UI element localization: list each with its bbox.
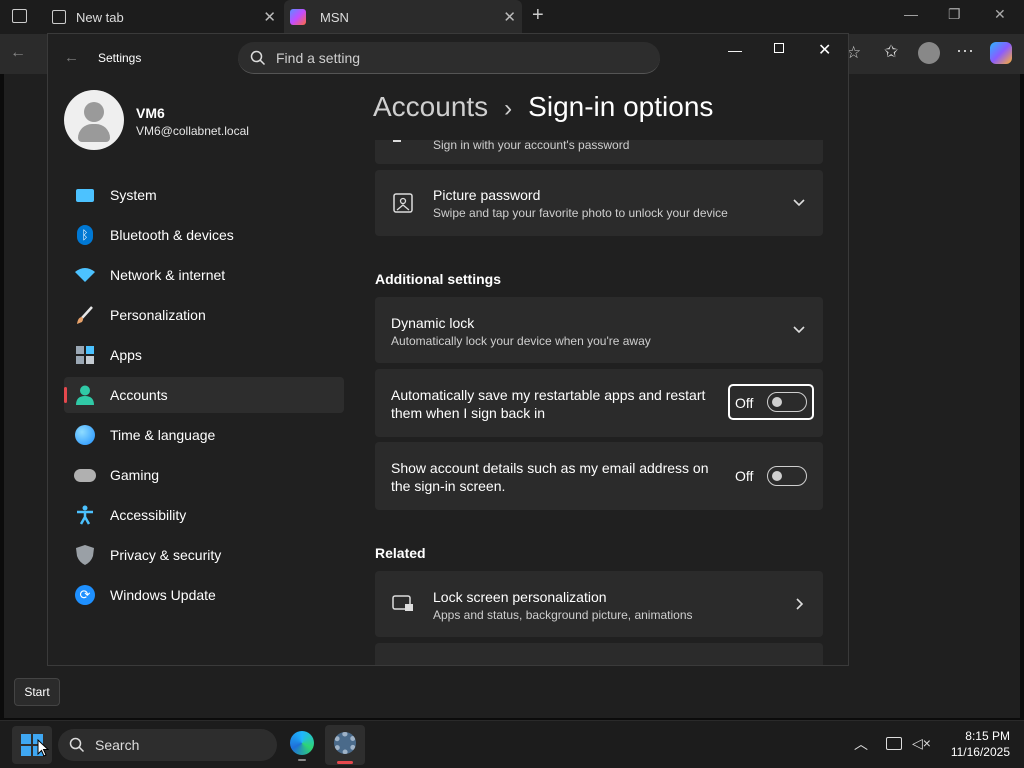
taskbar-clock[interactable]: 8:15 PM 11/16/2025	[940, 728, 1010, 760]
settings-content: Sign in with your account's password Pic…	[48, 140, 848, 665]
tab-new-tab[interactable]: New tab ✕	[44, 0, 282, 34]
maximize-icon[interactable]	[774, 43, 784, 53]
tab-msn[interactable]: MSN ✕	[284, 0, 522, 34]
chevron-down-icon[interactable]	[793, 199, 805, 207]
password-card-sub: Sign in with your account's password	[433, 140, 630, 152]
dynamic-lock-card[interactable]: Dynamic lock Automatically lock your dev…	[375, 297, 823, 363]
tab-label: New tab	[76, 9, 124, 25]
toggle-state-label: Off	[735, 395, 754, 411]
close-icon[interactable]: ✕	[818, 40, 831, 60]
tooltip-label: Start	[24, 685, 50, 699]
window-title: Settings	[98, 51, 142, 65]
user-name: VM6	[136, 105, 165, 121]
back-arrow-icon[interactable]: ←	[10, 44, 26, 62]
dynamic-lock-title: Dynamic lock	[391, 315, 475, 331]
browser-tab-strip: New tab ✕ MSN ✕ + — ❐ ✕	[0, 0, 1024, 34]
password-card[interactable]: Sign in with your account's password	[375, 140, 823, 164]
taskbar-search-label: Search	[95, 737, 140, 753]
search-icon	[250, 50, 266, 65]
favorites-icon[interactable]: ✩	[884, 42, 898, 62]
picture-password-title: Picture password	[433, 187, 541, 203]
chevron-up-icon[interactable]: ︿	[854, 734, 868, 754]
minimize-icon[interactable]: —	[904, 6, 918, 22]
restore-icon[interactable]: ❐	[948, 6, 961, 23]
start-tooltip: Start	[14, 678, 60, 706]
picture-password-card[interactable]: Picture password Swipe and tap your favo…	[375, 170, 823, 236]
settings-search-box[interactable]	[238, 42, 660, 74]
search-input[interactable]	[276, 49, 636, 66]
account-details-toggle[interactable]	[767, 466, 807, 486]
toggle-state-label: Off	[735, 468, 754, 484]
taskbar-time: 8:15 PM	[965, 729, 1010, 743]
taskbar: Search ︿ ◁× 8:15 PM 11/16/2025	[0, 720, 1024, 768]
page-title: Sign-in options	[528, 91, 714, 122]
close-icon[interactable]: ✕	[263, 8, 276, 26]
related-heading: Related	[375, 545, 426, 561]
next-card[interactable]	[375, 643, 823, 665]
account-details-card: Show account details such as my email ad…	[375, 442, 823, 510]
lock-screen-card[interactable]: Lock screen personalization Apps and sta…	[375, 571, 823, 637]
close-icon[interactable]: ✕	[503, 8, 516, 26]
restart-apps-title: Automatically save my restartable apps a…	[391, 387, 706, 421]
new-tab-button[interactable]: +	[532, 4, 544, 27]
settings-titlebar: ← Settings — ✕	[48, 34, 848, 82]
picture-icon	[393, 193, 413, 213]
gear-icon	[334, 732, 356, 754]
user-email: VM6@collabnet.local	[136, 124, 249, 138]
picture-password-sub: Swipe and tap your favorite photo to unl…	[433, 206, 728, 220]
taskbar-date: 11/16/2025	[950, 745, 1010, 759]
restart-apps-card: Automatically save my restartable apps a…	[375, 369, 823, 437]
key-icon	[393, 140, 401, 142]
breadcrumb-separator: ›	[504, 95, 513, 122]
tab-label: MSN	[320, 9, 349, 25]
taskbar-search[interactable]: Search	[58, 729, 277, 761]
restart-apps-toggle-focus[interactable]: Off	[728, 384, 814, 420]
edge-taskbar-icon[interactable]	[286, 727, 318, 763]
dynamic-lock-sub: Automatically lock your device when you'…	[391, 334, 651, 348]
breadcrumb-parent[interactable]: Accounts	[373, 91, 488, 123]
more-options-icon[interactable]: ···	[956, 40, 974, 61]
volume-muted-icon[interactable]: ◁×	[912, 735, 931, 752]
tab-actions-icon[interactable]	[12, 9, 27, 23]
lock-screen-sub: Apps and status, background picture, ani…	[433, 608, 693, 622]
copilot-icon[interactable]	[990, 42, 1012, 64]
restart-apps-toggle[interactable]	[767, 392, 807, 412]
breadcrumb: Accounts › Sign-in options	[373, 91, 713, 123]
lock-screen-title: Lock screen personalization	[433, 589, 607, 605]
additional-settings-heading: Additional settings	[375, 271, 501, 287]
settings-taskbar-icon[interactable]	[325, 725, 365, 765]
lock-screen-icon	[392, 595, 413, 611]
profile-avatar-icon[interactable]	[918, 42, 940, 64]
mouse-cursor-icon	[37, 739, 49, 757]
network-display-icon[interactable]	[886, 737, 902, 750]
chevron-down-icon[interactable]	[793, 326, 805, 334]
start-button[interactable]	[12, 726, 52, 764]
page-icon	[52, 10, 66, 24]
back-arrow-icon[interactable]: ←	[64, 49, 79, 66]
minimize-icon[interactable]: —	[728, 42, 742, 58]
msn-icon	[290, 9, 306, 25]
close-icon[interactable]: ✕	[994, 6, 1006, 23]
chevron-right-icon[interactable]	[796, 598, 804, 610]
search-icon	[69, 737, 85, 753]
settings-window: ← Settings — ✕ VM6 VM6@collabnet.local S…	[47, 33, 849, 666]
account-details-title: Show account details such as my email ad…	[391, 460, 709, 494]
